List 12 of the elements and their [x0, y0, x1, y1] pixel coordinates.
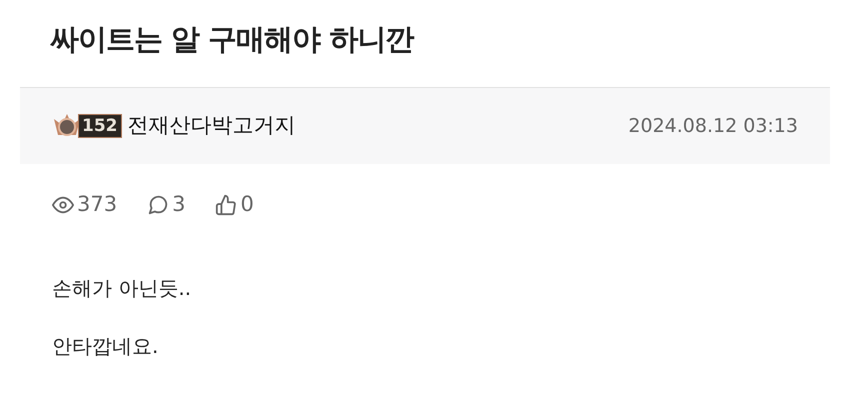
stat-count: 373	[77, 191, 118, 218]
level-number: 152	[78, 114, 122, 138]
body-text: 손해가 아닌듯..	[52, 275, 192, 302]
speech-bubble-icon	[147, 194, 170, 216]
thumbs-up-icon	[215, 194, 238, 216]
author-name[interactable]: 전재산다박고거지	[128, 110, 296, 142]
post-title: 싸이트는 알 구매해야 하니깐	[49, 21, 415, 58]
post-date: 2024.08.12 03:13	[628, 114, 798, 139]
stat-count: 0	[240, 191, 254, 218]
eye-icon	[52, 194, 74, 216]
stat-count: 3	[172, 191, 186, 218]
body-text: 안타깝네요.	[52, 333, 160, 360]
